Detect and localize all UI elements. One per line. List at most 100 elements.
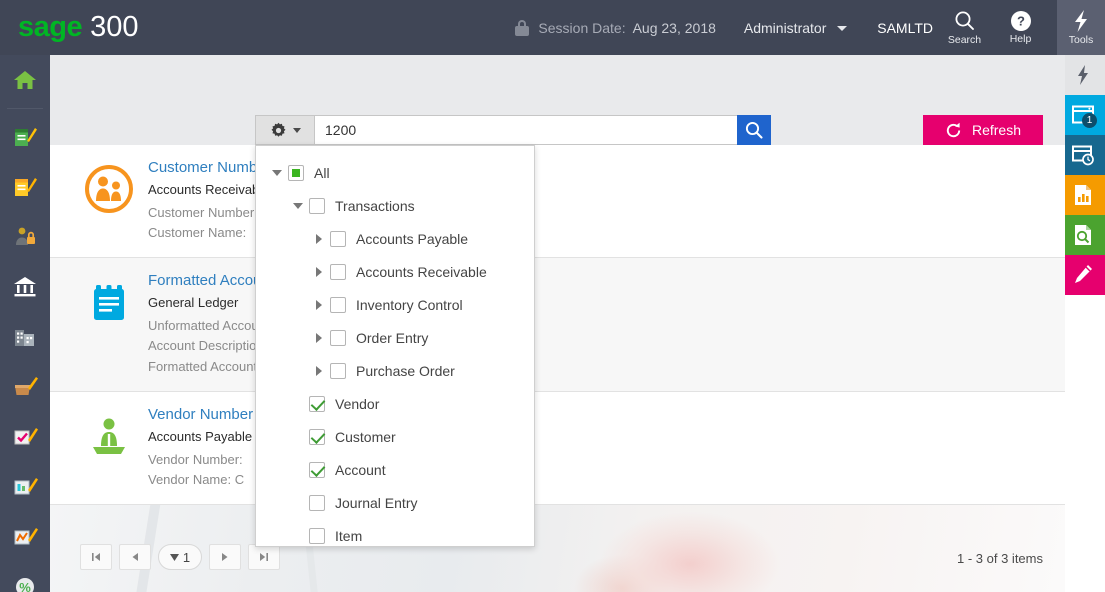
tree-node-customer[interactable]: Customer: [256, 420, 534, 453]
expander-down-icon[interactable]: [287, 202, 309, 209]
tree-node-vendor[interactable]: Vendor: [256, 387, 534, 420]
tree-node-inventory-control[interactable]: Inventory Control: [256, 288, 534, 321]
current-page-number: 1: [182, 549, 191, 565]
accounts-receivable-icon: [15, 128, 37, 146]
table-row[interactable]: Customer Number Accounts Receivable Cust…: [50, 145, 1065, 259]
tree-node-purchase-order[interactable]: Purchase Order: [256, 354, 534, 387]
administrative-services-icon: [16, 227, 35, 245]
svg-text:?: ?: [1017, 14, 1025, 29]
result-title[interactable]: Customer Number: [148, 159, 271, 176]
checkbox[interactable]: [309, 494, 325, 511]
tree-node-label: Inventory Control: [356, 296, 463, 313]
tree-node-all[interactable]: All: [256, 156, 534, 189]
rail-item-inquiry[interactable]: [1060, 215, 1105, 255]
checkbox[interactable]: [309, 197, 325, 214]
page-selector[interactable]: 1: [158, 544, 202, 570]
table-row[interactable]: Vendor Number Accounts Payable Vendor Nu…: [50, 391, 1065, 505]
search-results-list: Customer Number Accounts Receivable Cust…: [50, 145, 1065, 545]
rail-item-lightning-tools[interactable]: [1060, 55, 1105, 95]
first-page-button[interactable]: [80, 544, 112, 570]
tree-node-label: All: [314, 164, 330, 181]
expander-right-icon[interactable]: [308, 299, 330, 310]
expander-right-icon[interactable]: [308, 233, 330, 244]
header-tools-button[interactable]: Tools: [1057, 0, 1105, 55]
tree-node-label: Item: [335, 527, 363, 544]
tree-node-label: Customer: [335, 428, 396, 445]
sidebar-item-accounts-payable[interactable]: [0, 162, 50, 212]
checkbox[interactable]: [309, 395, 325, 412]
gear-icon: [271, 122, 285, 137]
row-text: Customer Number Accounts Receivable Cust…: [140, 159, 271, 243]
header-help-button[interactable]: ? Help: [996, 0, 1045, 55]
result-title[interactable]: Vendor Number: [148, 406, 253, 423]
expander-right-icon[interactable]: [308, 332, 330, 343]
rail-item-open-windows[interactable]: 1: [1060, 95, 1105, 135]
rail-item-reports[interactable]: [1060, 175, 1105, 215]
user-menu-label: Administrator: [743, 19, 827, 36]
tree-node-label: Accounts Receivable: [356, 263, 487, 280]
sage300-global-search-page: sage 300 Session Date: Aug 23, 2018 Admi…: [0, 0, 1105, 592]
expander-down-icon[interactable]: [266, 169, 288, 176]
tree-node-label: Purchase Order: [356, 362, 455, 379]
refresh-button[interactable]: Refresh: [923, 115, 1043, 145]
sidebar-item-home[interactable]: [0, 55, 50, 105]
search-category-dropdown: All Transactions Accounts Payable Accoun…: [255, 145, 535, 547]
session-date-value[interactable]: Aug 23, 2018: [633, 20, 716, 36]
result-module: Accounts Receivable: [148, 182, 270, 197]
result-detail-line: Vendor Name: C: [148, 471, 245, 487]
expander-right-icon[interactable]: [308, 266, 330, 277]
rail-item-customize[interactable]: [1060, 255, 1105, 295]
help-icon: ?: [1010, 11, 1031, 31]
next-page-button[interactable]: [209, 544, 241, 570]
sidebar-item-tax-services[interactable]: %: [0, 562, 50, 592]
top-header-bar: sage 300 Session Date: Aug 23, 2018 Admi…: [0, 0, 1105, 55]
checkbox[interactable]: [288, 164, 304, 181]
sidebar-item-general-ledger[interactable]: [0, 412, 50, 462]
row-text: Vendor Number Accounts Payable Vendor Nu…: [140, 406, 253, 490]
tree-node-accounts-receivable[interactable]: Accounts Receivable: [256, 255, 534, 288]
checkbox[interactable]: [330, 362, 346, 379]
table-row[interactable]: Formatted Account General Ledger Unforma…: [50, 258, 1065, 392]
chevron-down-icon: [169, 553, 179, 561]
checkbox[interactable]: [330, 329, 346, 346]
main-content-area: Global Search Re: [50, 55, 1065, 592]
header-help-label: Help: [1009, 33, 1032, 45]
sidebar-item-order-entry[interactable]: [0, 462, 50, 512]
search-options-button[interactable]: [255, 115, 315, 145]
row-icon: [78, 272, 140, 328]
checkbox[interactable]: [309, 428, 325, 445]
checkbox[interactable]: [309, 527, 325, 544]
bank-services-icon: [14, 277, 36, 297]
row-icon: [78, 406, 140, 462]
sidebar-item-administrative-services[interactable]: [0, 212, 50, 262]
previous-page-button[interactable]: [119, 544, 151, 570]
checkbox[interactable]: [330, 296, 346, 313]
rail-item-recent-windows[interactable]: [1060, 135, 1105, 175]
tree-node-order-entry[interactable]: Order Entry: [256, 321, 534, 354]
checkbox[interactable]: [309, 461, 325, 478]
result-detail-line: Customer Number:: [148, 205, 258, 220]
tree-node-label: Transactions: [335, 197, 415, 214]
checkbox[interactable]: [330, 263, 346, 280]
left-module-sidebar: %: [0, 55, 50, 592]
tree-node-transactions[interactable]: Transactions: [256, 189, 534, 222]
right-tool-rail: 1: [1060, 55, 1105, 592]
sidebar-item-accounts-receivable[interactable]: [0, 112, 50, 162]
tree-node-item[interactable]: Item: [256, 519, 534, 552]
tax-services-icon: %: [16, 578, 34, 592]
sidebar-item-purchase-orders[interactable]: [0, 512, 50, 562]
sidebar-item-common-services[interactable]: [0, 312, 50, 362]
sage300-logo[interactable]: sage 300: [18, 11, 139, 44]
user-menu[interactable]: Administrator: [743, 19, 848, 36]
sidebar-item-inventory-control[interactable]: [0, 362, 50, 412]
expander-right-icon[interactable]: [308, 365, 330, 376]
sidebar-item-bank-services[interactable]: [0, 262, 50, 312]
tree-node-accounts-payable[interactable]: Accounts Payable: [256, 222, 534, 255]
search-submit-button[interactable]: [737, 115, 771, 145]
header-right-group: Session Date: Aug 23, 2018 Administrator…: [515, 0, 1105, 55]
tree-node-account[interactable]: Account: [256, 453, 534, 486]
tree-node-journal-entry[interactable]: Journal Entry: [256, 486, 534, 519]
checkbox[interactable]: [330, 230, 346, 247]
header-search-button[interactable]: Search: [940, 0, 989, 55]
search-input[interactable]: [315, 115, 737, 145]
